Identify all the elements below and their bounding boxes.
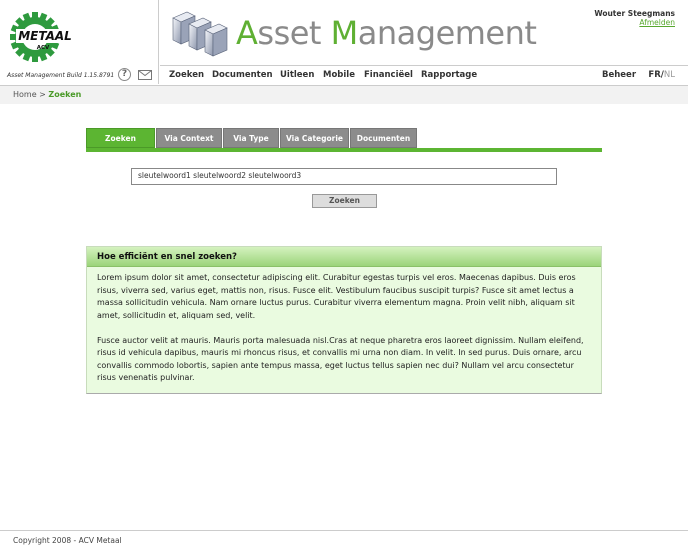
lang-nl[interactable]: NL <box>664 70 675 80</box>
search-input[interactable]: sleutelwoord1 sleutelwoord2 sleutelwoord… <box>131 168 557 185</box>
breadcrumb-bar: Home > Zoeken <box>0 85 688 104</box>
tab-via-categorie[interactable]: Via Categorie <box>280 128 349 148</box>
app-title: Asset Management <box>236 14 537 52</box>
logo-area: METAAL ACV Asset Management Build 1.15.8… <box>0 0 159 84</box>
tab-zoeken[interactable]: Zoeken <box>86 128 155 148</box>
info-paragraph: Fusce auctor velit at mauris. Mauris por… <box>97 335 584 383</box>
build-version: Asset Management Build 1.15.8791 <box>7 72 115 79</box>
user-name: Wouter Steegmans <box>594 9 675 18</box>
help-icon[interactable]: ? <box>118 68 131 81</box>
breadcrumb: Home > Zoeken <box>13 90 82 99</box>
info-box: Hoe efficiënt en snel zoeken? Lorem ipsu… <box>86 246 602 394</box>
mail-icon[interactable] <box>138 70 152 80</box>
nav-item-rapportage[interactable]: Rapportage <box>421 70 477 80</box>
svg-text:ACV: ACV <box>37 45 50 51</box>
info-header: Hoe efficiënt en snel zoeken? <box>87 247 601 267</box>
language-switch: FR/NL <box>648 70 675 80</box>
banner: Asset Management Wouter Steegmans Afmeld… <box>160 0 688 65</box>
info-title: Hoe efficiënt en snel zoeken? <box>97 252 237 262</box>
breadcrumb-current: Zoeken <box>48 90 82 99</box>
nav-item-documenten[interactable]: Documenten <box>212 70 273 80</box>
nav-item-uitleen[interactable]: Uitleen <box>280 70 314 80</box>
tab-documenten[interactable]: Documenten <box>350 128 417 148</box>
copyright: Copyright 2008 - ACV Metaal <box>13 536 122 545</box>
logout-link[interactable]: Afmelden <box>639 18 675 27</box>
nav-item-beheer[interactable]: Beheer <box>602 70 636 80</box>
tab-via-type[interactable]: Via Type <box>223 128 279 148</box>
nav-item-mobile[interactable]: Mobile <box>323 70 355 80</box>
info-paragraph: Lorem ipsum dolor sit amet, consectetur … <box>97 273 576 320</box>
breadcrumb-home[interactable]: Home <box>13 90 37 99</box>
tab-via-context[interactable]: Via Context <box>156 128 222 148</box>
nav-item-zoeken[interactable]: Zoeken <box>169 70 204 80</box>
nav-item-financieel[interactable]: Financiëel <box>364 70 413 80</box>
footer: Copyright 2008 - ACV Metaal <box>0 530 688 550</box>
search-tabs: Zoeken Via Context Via Type Via Categori… <box>86 128 602 152</box>
cubes-icon <box>172 11 228 57</box>
search-button[interactable]: Zoeken <box>312 194 377 208</box>
header: METAAL ACV Asset Management Build 1.15.8… <box>0 0 688 84</box>
svg-text:METAAL: METAAL <box>18 29 72 43</box>
acv-metaal-logo[interactable]: METAAL ACV <box>10 12 76 62</box>
info-body: Lorem ipsum dolor sit amet, consectetur … <box>97 272 587 397</box>
main-nav: Zoeken Documenten Uitleen Mobile Financi… <box>160 65 688 84</box>
lang-fr[interactable]: FR <box>648 70 660 80</box>
